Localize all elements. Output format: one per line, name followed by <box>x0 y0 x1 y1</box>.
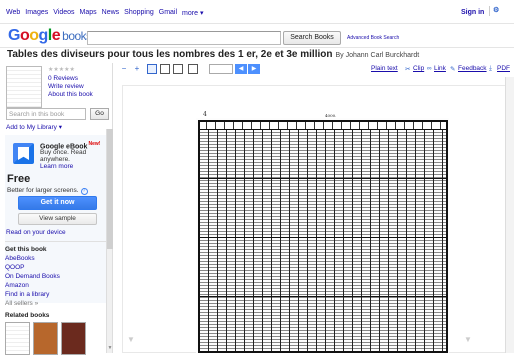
search-books-button[interactable]: Search Books <box>283 31 341 45</box>
table-rule <box>200 237 446 238</box>
logo-letter-o2: o <box>29 27 39 44</box>
scroll-left-chevron-icon[interactable]: ▼ <box>125 336 137 344</box>
running-head: 4000. <box>325 113 337 118</box>
logo-letter-o1: o <box>19 27 30 44</box>
help-icon[interactable]: ? <box>80 188 88 195</box>
search-in-book-go-button[interactable]: Go <box>90 108 109 120</box>
divisor-table-header <box>200 122 446 130</box>
book-cover-thumbnail[interactable] <box>6 66 42 108</box>
new-badge: New! <box>88 141 101 147</box>
table-rule <box>200 296 446 297</box>
get-it-now-button[interactable]: Get it now <box>18 196 97 210</box>
related-books-heading: Related books <box>5 312 50 319</box>
ebook-line-1: Buy once. Read <box>40 149 87 156</box>
google-ebook-icon <box>13 143 34 164</box>
sidebar-scrollbar[interactable]: ▼ <box>106 129 113 353</box>
better-text: Better for larger screens. <box>7 187 79 194</box>
price-free: Free <box>7 173 31 185</box>
nav-maps[interactable]: Maps <box>80 9 97 17</box>
better-larger-screens: Better for larger screens.? <box>7 187 88 195</box>
plain-text-link[interactable]: Plain text <box>371 65 398 72</box>
ebook-line-2: anywhere. <box>40 156 70 163</box>
viewer-toolbar: − + ◀ ▶ Plain text ✂ Clip ∞ Link ✎ Feedb… <box>114 63 514 77</box>
all-sellers-link[interactable]: All sellers » <box>5 300 38 307</box>
nav-gmail[interactable]: Gmail <box>159 9 177 17</box>
fullscreen-icon[interactable] <box>188 64 198 74</box>
reviews-link[interactable]: 0 Reviews <box>48 75 78 82</box>
scroll-down-icon[interactable]: ▼ <box>107 345 113 351</box>
nav-news[interactable]: News <box>102 9 120 17</box>
link-icon[interactable]: ∞ <box>427 65 432 72</box>
logo-letter-g: G <box>8 27 20 44</box>
nav-videos[interactable]: Videos <box>53 9 74 17</box>
book-title-text: Tables des diviseurs pour tous les nombr… <box>7 49 333 60</box>
clip-link[interactable]: Clip <box>413 65 424 72</box>
feedback-link[interactable]: Feedback <box>458 65 487 72</box>
top-nav: Web Images Videos Maps News Shopping Gma… <box>6 9 203 17</box>
scrollbar-thumb[interactable] <box>107 129 113 249</box>
google-books-logo[interactable]: Google books <box>8 27 92 45</box>
find-in-library-link[interactable]: Find in a library <box>5 291 49 298</box>
learn-more-link[interactable]: Learn more <box>40 163 73 170</box>
link-link[interactable]: Link <box>434 65 446 72</box>
clip-icon[interactable]: ✂ <box>405 65 410 73</box>
divider <box>5 241 107 242</box>
books-search-input[interactable] <box>87 31 281 45</box>
get-this-book-heading: Get this book <box>5 246 47 253</box>
nav-web[interactable]: Web <box>6 9 20 17</box>
scroll-right-chevron-icon[interactable]: ▼ <box>462 336 474 344</box>
feedback-icon[interactable]: ✎ <box>450 65 455 73</box>
nav-images[interactable]: Images <box>25 9 48 17</box>
logo-letter-g2: g <box>38 27 49 44</box>
about-book-link[interactable]: About this book <box>48 91 93 98</box>
related-book-thumb[interactable] <box>5 322 30 355</box>
view-sample-button[interactable]: View sample <box>18 213 97 225</box>
book-title-bar: Tables des diviseurs pour tous les nombr… <box>0 48 514 62</box>
options-gear-icon[interactable]: ⚙ <box>489 6 499 16</box>
store-qoop-link[interactable]: QOOP <box>5 264 25 271</box>
download-icon[interactable]: ⤓ <box>489 65 492 73</box>
zoom-out-icon[interactable]: − <box>119 64 129 74</box>
store-amazon-link[interactable]: Amazon <box>5 282 29 289</box>
related-book-thumb[interactable] <box>33 322 58 355</box>
store-abebooks-link[interactable]: AbeBooks <box>5 255 35 262</box>
page-number: 4 <box>203 111 207 118</box>
thumbnail-view-icon[interactable] <box>173 64 183 74</box>
write-review-link[interactable]: Write review <box>48 83 84 90</box>
page-number-input[interactable] <box>209 64 233 74</box>
read-on-device-link[interactable]: Read on your device <box>6 229 66 236</box>
rating-stars-icon: ★★★★★ <box>48 67 75 73</box>
left-sidebar: ★★★★★ 0 Reviews Write review About this … <box>0 63 113 355</box>
advanced-search-link[interactable]: Advanced Book Search <box>347 35 399 41</box>
zoom-in-icon[interactable]: + <box>132 64 142 74</box>
store-on-demand-link[interactable]: On Demand Books <box>5 273 60 280</box>
next-page-button[interactable]: ▶ <box>248 64 260 74</box>
sign-in-link[interactable]: Sign in <box>461 9 484 16</box>
related-book-thumb[interactable] <box>61 322 86 355</box>
pdf-link[interactable]: PDF <box>497 65 510 72</box>
prev-page-button[interactable]: ◀ <box>235 64 247 74</box>
two-page-view-icon[interactable] <box>160 64 170 74</box>
table-rule <box>200 178 446 179</box>
add-to-library-link[interactable]: Add to My Library ▾ <box>6 123 62 131</box>
search-in-book-input[interactable]: Search in this book <box>6 108 86 120</box>
nav-shopping[interactable]: Shopping <box>124 9 154 17</box>
logo-letter-e: e <box>51 27 61 44</box>
google-top-bar: Web Images Videos Maps News Shopping Gma… <box>0 0 514 24</box>
book-author: By Johann Carl Burckhardt <box>335 52 420 59</box>
nav-more[interactable]: more ▾ <box>182 9 203 17</box>
one-page-view-icon[interactable] <box>147 64 157 74</box>
viewer-scrollbar[interactable] <box>505 77 514 353</box>
search-header: Google books Search Books Advanced Book S… <box>0 24 514 48</box>
book-title: Tables des diviseurs pour tous les nombr… <box>7 49 419 60</box>
